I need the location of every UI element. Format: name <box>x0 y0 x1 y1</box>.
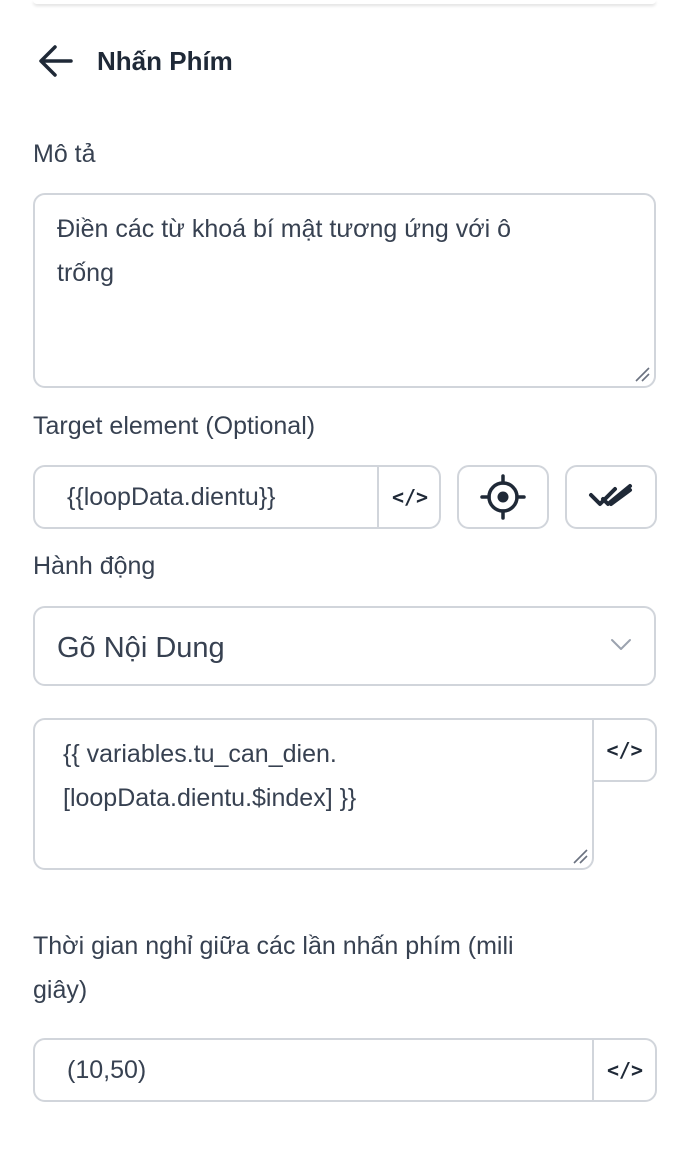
delay-field[interactable]: (10,50) </> <box>33 1038 657 1102</box>
select-element-button[interactable] <box>457 465 549 529</box>
delay-code-toggle[interactable]: </> <box>594 1040 656 1100</box>
resize-handle-icon[interactable] <box>572 848 588 864</box>
delay-input[interactable]: (10,50) <box>67 1056 146 1085</box>
description-textarea[interactable]: Điền các từ khoá bí mật tương ứng với ô … <box>33 193 656 388</box>
double-check-icon <box>589 484 632 506</box>
action-label: Hành động <box>33 552 156 580</box>
chevron-down-icon <box>611 639 631 650</box>
action-select[interactable]: Gõ Nội Dung <box>33 606 656 686</box>
arrow-left-icon <box>39 45 73 77</box>
text-input-textarea[interactable]: {{ variables.tu_can_dien. [loopData.dien… <box>33 718 594 870</box>
verify-selector-button[interactable] <box>565 465 657 529</box>
target-element-label: Target element (Optional) <box>33 412 316 440</box>
text-input-value: {{ variables.tu_can_dien. [loopData.dien… <box>63 740 357 812</box>
crosshair-icon <box>480 474 526 520</box>
delay-label: Thời gian nghỉ giữa các lần nhấn phím (m… <box>33 932 514 1004</box>
code-toggle-button[interactable]: </> <box>379 467 441 527</box>
action-selected-value: Gõ Nội Dung <box>57 632 225 664</box>
resize-handle-icon[interactable] <box>634 366 650 382</box>
description-text: Điền các từ khoá bí mật tương ứng với ô … <box>57 215 512 287</box>
target-element-field[interactable]: {{loopData.dientu}} </> <box>33 465 441 529</box>
header: Nhấn Phím <box>36 38 233 84</box>
page-title: Nhấn Phím <box>97 45 233 76</box>
text-input-code-toggle[interactable]: </> <box>592 718 657 782</box>
panel-top-edge <box>33 0 656 4</box>
back-button[interactable] <box>36 41 76 81</box>
target-element-input[interactable]: {{loopData.dientu}} <box>67 483 276 512</box>
description-label: Mô tả <box>33 140 96 168</box>
